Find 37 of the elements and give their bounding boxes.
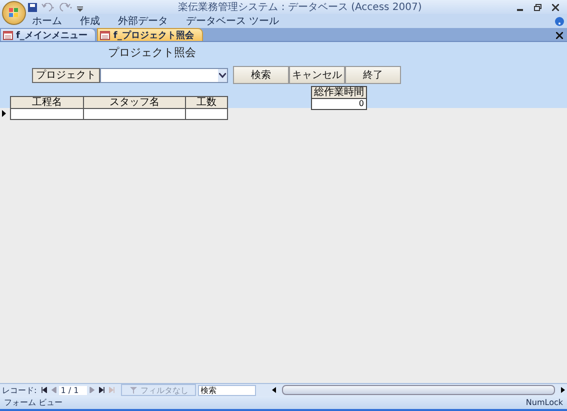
form-button[interactable]: 検索 (233, 66, 289, 84)
restore-icon[interactable] (534, 4, 542, 10)
form-title: プロジェクト照会 (108, 45, 197, 60)
total-field: 0 (312, 99, 366, 109)
window-title: 楽伝業務管理システム : データベース (Access 2007) (177, 0, 423, 14)
ribbon-tab[interactable]: 外部データ (118, 14, 180, 28)
funnel-icon (130, 386, 137, 394)
help-icon[interactable] (555, 16, 564, 26)
ribbon-tab[interactable]: ホーム (32, 14, 74, 28)
record-position[interactable]: 1 / 1 (58, 386, 87, 394)
form-button[interactable]: キャンセル (289, 66, 345, 84)
total-label: 総作業時間 (312, 87, 366, 99)
close-icon[interactable] (552, 4, 559, 10)
record-label: レコード: (1, 384, 38, 396)
document-tab[interactable]: f_プロジェクト照会 (97, 28, 203, 41)
ribbon-tab[interactable]: 作成 (80, 14, 112, 28)
scroll-left-icon[interactable] (272, 387, 276, 393)
table-row[interactable] (10, 108, 228, 120)
search-field[interactable]: 検索 (198, 384, 256, 396)
column-header[interactable]: スタッフ名 (84, 97, 186, 108)
current-record-icon (2, 110, 6, 117)
last-record-icon[interactable] (98, 387, 105, 393)
numlock-indicator: NumLock (526, 398, 563, 407)
ribbon-tab[interactable]: データベース ツール (186, 14, 292, 28)
document-tab[interactable]: f_メインメニュー (0, 28, 96, 41)
view-status: フォーム ビュー (4, 397, 63, 408)
form-button[interactable]: 終了 (345, 66, 401, 84)
scroll-right-icon[interactable] (561, 387, 565, 393)
column-header[interactable]: 工数 (186, 97, 227, 108)
form-icon (100, 30, 110, 40)
horizontal-scrollbar[interactable] (270, 385, 567, 395)
column-header[interactable]: 工程名 (11, 97, 84, 108)
field-label: プロジェクト (32, 68, 100, 82)
first-record-icon[interactable] (40, 387, 47, 393)
close-icon[interactable] (556, 32, 563, 39)
form-icon (3, 30, 13, 40)
save-icon[interactable] (28, 2, 37, 12)
